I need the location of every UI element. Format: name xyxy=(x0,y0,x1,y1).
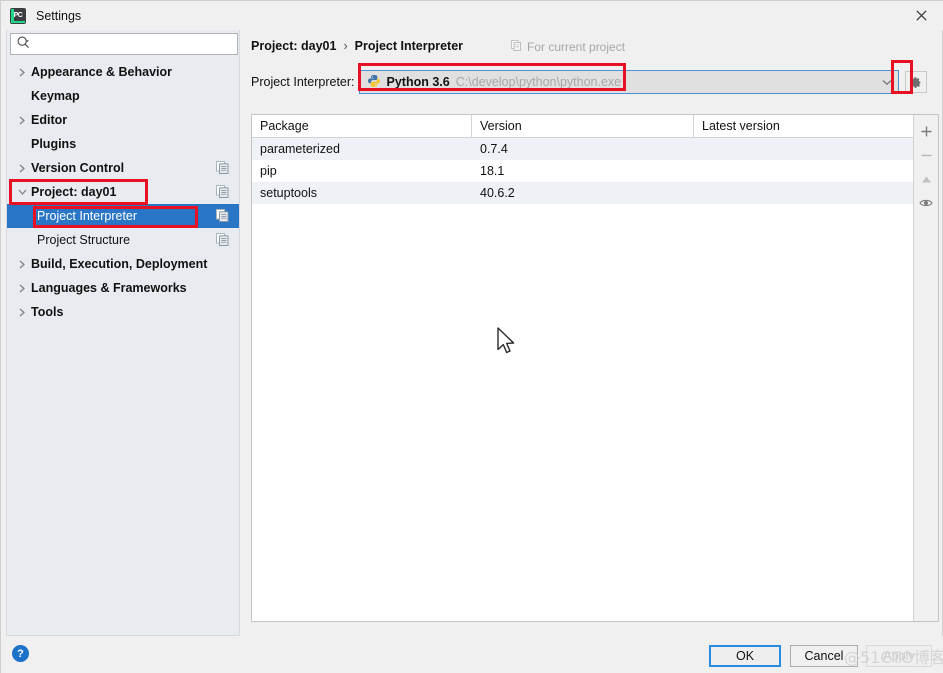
add-package-button[interactable] xyxy=(914,119,938,143)
show-early-releases-button[interactable] xyxy=(914,191,938,215)
cell-version: 40.6.2 xyxy=(480,186,515,200)
sidebar-item-build-execution-deployment[interactable]: Build, Execution, Deployment xyxy=(7,252,239,276)
chevron-right-icon[interactable] xyxy=(15,65,29,79)
sidebar-item-label: Languages & Frameworks xyxy=(31,281,187,295)
sidebar-item-project-structure[interactable]: Project Structure xyxy=(7,228,239,252)
chevron-right-icon[interactable] xyxy=(15,257,29,271)
column-header-version[interactable]: Version xyxy=(472,115,694,137)
watermark: @51CTO博客 xyxy=(844,648,943,667)
copy-icon xyxy=(216,233,229,246)
upgrade-package-button[interactable] xyxy=(914,167,938,191)
python-icon xyxy=(367,74,381,91)
chevron-down-icon[interactable] xyxy=(15,185,29,199)
cell-package: pip xyxy=(260,164,277,178)
copy-icon xyxy=(216,209,229,222)
cell-latest xyxy=(694,182,913,204)
settings-content-panel: Project: day01 › Project Interpreter For… xyxy=(246,30,939,636)
sidebar-item-label: Editor xyxy=(31,113,68,127)
search-icon xyxy=(17,36,30,52)
ok-button[interactable]: OK xyxy=(709,645,781,667)
breadcrumb-current: Project Interpreter xyxy=(354,39,464,53)
sidebar-item-label: Project: day01 xyxy=(31,185,117,199)
table-row[interactable]: parameterized 0.7.4 xyxy=(252,138,913,160)
chevron-right-icon[interactable] xyxy=(15,305,29,319)
sidebar-item-project-day01[interactable]: Project: day01 xyxy=(7,180,239,204)
scope-note-label: For current project xyxy=(527,40,626,54)
cell-package: setuptools xyxy=(260,186,317,200)
sidebar-item-tools[interactable]: Tools xyxy=(7,300,239,324)
pycharm-icon: PC xyxy=(10,7,26,24)
cell-package: parameterized xyxy=(260,142,340,156)
table-row[interactable]: pip 18.1 xyxy=(252,160,913,182)
chevron-right-icon[interactable] xyxy=(15,281,29,295)
sidebar-item-label: Build, Execution, Deployment xyxy=(31,257,208,271)
title-bar: PC Settings xyxy=(1,1,943,30)
cell-version: 0.7.4 xyxy=(480,142,508,156)
settings-dialog: PC Settings Appearance & Behavior Keymap E… xyxy=(0,0,943,673)
dialog-footer: ? OK Cancel Apply xyxy=(1,636,943,673)
interpreter-path: C:\develop\python\python.exe xyxy=(455,75,622,89)
interpreter-row: Project Interpreter: Python 3.6 C:\devel… xyxy=(251,68,939,96)
sidebar-item-keymap[interactable]: Keymap xyxy=(7,84,239,108)
column-header-latest-version[interactable]: Latest version xyxy=(694,115,913,137)
sidebar-item-label: Appearance & Behavior xyxy=(31,65,173,79)
table-row[interactable]: setuptools 40.6.2 xyxy=(252,182,913,204)
sidebar-item-plugins[interactable]: Plugins xyxy=(7,132,239,156)
packages-table-header: Package Version Latest version xyxy=(252,115,913,138)
packages-panel: Package Version Latest version parameter… xyxy=(251,114,939,622)
sidebar-item-label: Keymap xyxy=(31,89,80,103)
interpreter-label: Project Interpreter: xyxy=(251,75,355,89)
interpreter-name: Python 3.6 xyxy=(386,75,450,89)
chevron-down-icon[interactable] xyxy=(876,71,898,93)
settings-tree: Appearance & Behavior Keymap Editor Plugins… xyxy=(7,60,239,635)
chevron-right-icon[interactable] xyxy=(15,113,29,127)
sidebar-item-label: Project Interpreter xyxy=(37,209,138,223)
breadcrumb: Project: day01 › Project Interpreter xyxy=(251,39,463,53)
mouse-cursor xyxy=(496,327,518,360)
breadcrumb-parent[interactable]: Project: day01 xyxy=(251,39,336,53)
sidebar-item-label: Version Control xyxy=(31,161,125,175)
breadcrumb-separator: › xyxy=(343,39,348,53)
search-input[interactable] xyxy=(30,35,237,53)
sidebar-item-editor[interactable]: Editor xyxy=(7,108,239,132)
sidebar-item-appearance-behavior[interactable]: Appearance & Behavior xyxy=(7,60,239,84)
sidebar-item-label: Tools xyxy=(31,305,64,319)
copy-icon xyxy=(216,161,229,174)
search-box[interactable] xyxy=(10,33,238,55)
column-header-package[interactable]: Package xyxy=(252,115,472,137)
copy-icon xyxy=(511,40,522,54)
sidebar-item-languages-frameworks[interactable]: Languages & Frameworks xyxy=(7,276,239,300)
close-icon[interactable] xyxy=(898,1,943,30)
cell-latest xyxy=(694,160,913,182)
packages-table: Package Version Latest version parameter… xyxy=(252,115,913,621)
packages-toolbar xyxy=(913,115,938,621)
remove-package-button[interactable] xyxy=(914,143,938,167)
scope-note: For current project xyxy=(511,40,625,54)
sidebar-item-version-control[interactable]: Version Control xyxy=(7,156,239,180)
interpreter-combobox[interactable]: Python 3.6 C:\develop\python\python.exe xyxy=(358,70,899,94)
window-title: Settings xyxy=(36,8,82,23)
cell-latest xyxy=(694,138,913,160)
gear-icon[interactable] xyxy=(904,71,927,93)
packages-table-body: parameterized 0.7.4 pip 18.1 setuptools 40.6.… xyxy=(252,138,913,621)
settings-sidebar: Appearance & Behavior Keymap Editor Plugins… xyxy=(6,30,240,636)
copy-icon xyxy=(216,185,229,198)
help-button[interactable]: ? xyxy=(12,645,29,662)
sidebar-item-project-interpreter[interactable]: Project Interpreter xyxy=(7,204,239,228)
sidebar-item-label: Project Structure xyxy=(37,233,131,247)
sidebar-item-label: Plugins xyxy=(31,137,77,151)
cell-version: 18.1 xyxy=(480,164,505,178)
chevron-right-icon[interactable] xyxy=(15,161,29,175)
